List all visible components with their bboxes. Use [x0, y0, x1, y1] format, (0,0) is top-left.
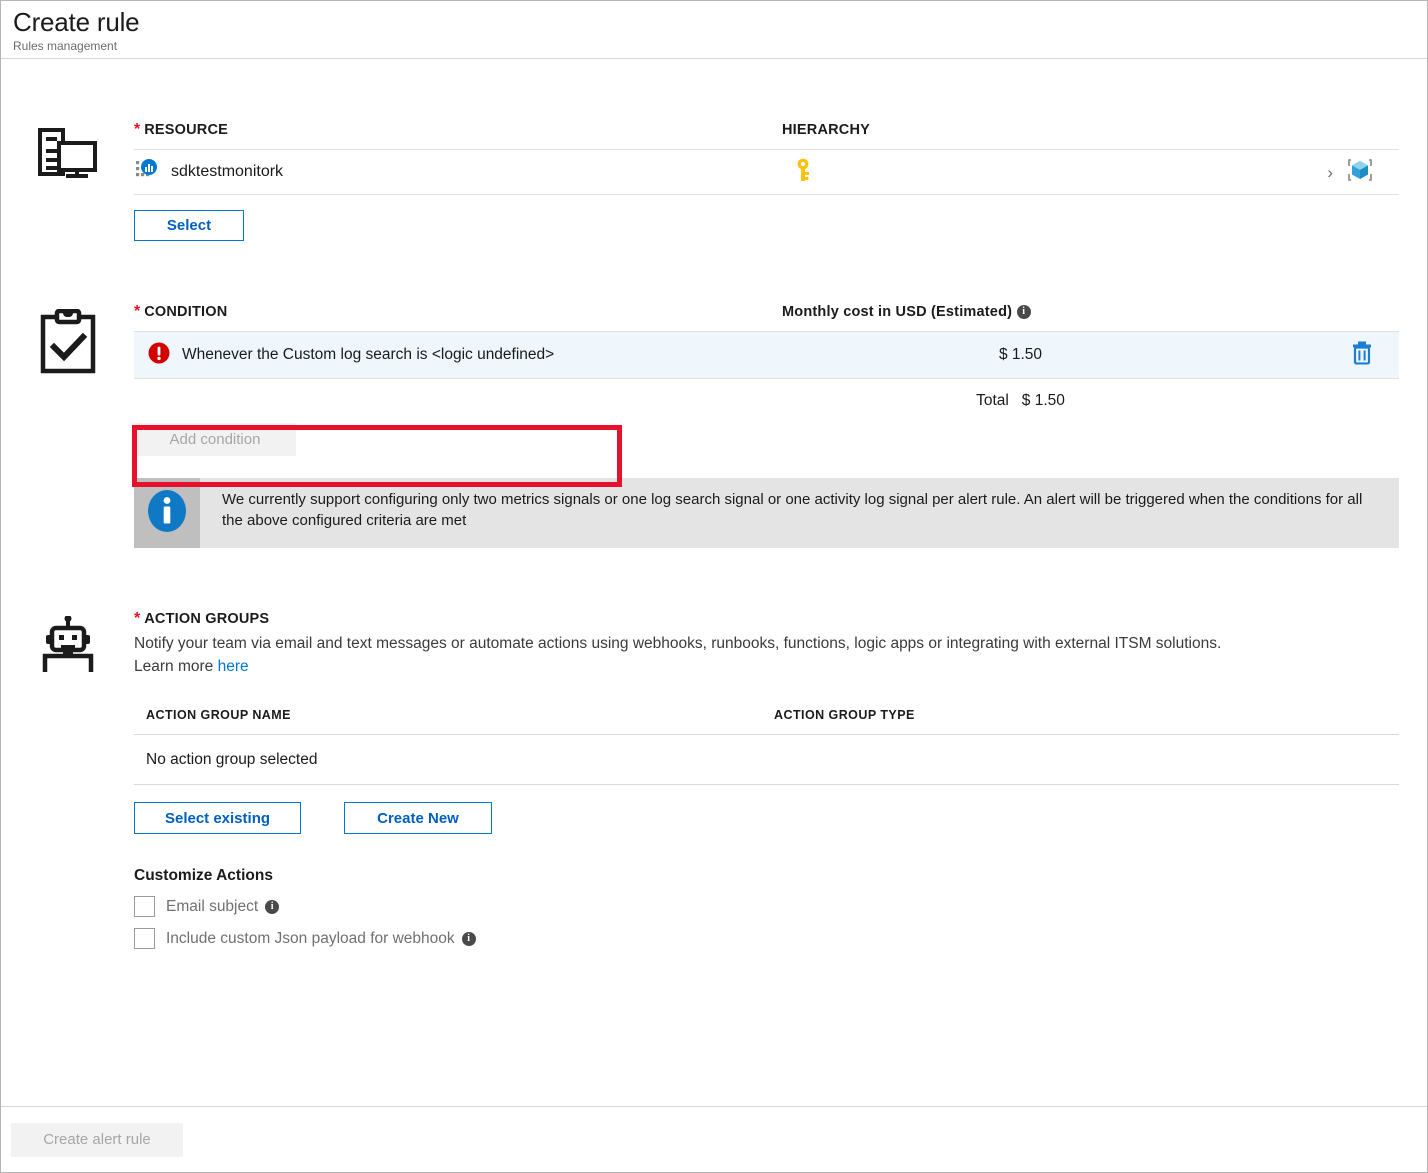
learn-more-text: Learn more — [134, 658, 214, 675]
cost-header-label: Monthly cost in USD (Estimated) — [782, 304, 1013, 320]
condition-total-row: Total $ 1.50 — [134, 379, 1399, 423]
key-icon — [794, 158, 812, 187]
resource-header-cell: * RESOURCE — [134, 121, 782, 139]
json-payload-label: Include custom Json payload for webhook … — [166, 930, 476, 948]
app-insights-icon — [136, 158, 158, 186]
learn-more-link[interactable]: here — [218, 658, 249, 675]
trash-icon[interactable] — [1351, 341, 1373, 370]
action-groups-description: Notify your team via email and text mess… — [134, 635, 1222, 652]
condition-header-cell: * CONDITION — [134, 303, 782, 321]
computer-monitor-icon — [37, 127, 99, 186]
condition-row[interactable]: Whenever the Custom log search is <logic… — [134, 331, 1399, 379]
json-payload-checkbox[interactable] — [134, 928, 155, 949]
action-groups-gutter — [1, 610, 134, 679]
create-alert-rule-button[interactable]: Create alert rule — [11, 1122, 183, 1157]
column-header-name: ACTION GROUP NAME — [146, 708, 291, 722]
action-groups-buttons: Select existing Create New — [134, 802, 1399, 834]
email-subject-text: Email subject — [166, 897, 259, 915]
resource-group-cube-icon — [1347, 157, 1373, 188]
total-label: Total — [976, 392, 1009, 409]
resource-headers: * RESOURCE HIERARCHY — [134, 121, 1399, 149]
info-icon[interactable]: i — [461, 931, 476, 946]
info-banner-text: We currently support configuring only tw… — [222, 491, 1363, 529]
info-banner: We currently support configuring only tw… — [134, 478, 1399, 548]
customize-actions-title: Customize Actions — [134, 867, 273, 884]
action-groups-header: * ACTION GROUPS — [134, 610, 1399, 628]
action-groups-section: * ACTION GROUPS Notify your team via emai… — [1, 610, 1427, 949]
info-icon[interactable]: i — [265, 899, 280, 914]
spacer-action-groups — [1, 548, 1427, 610]
spacer-condition — [1, 241, 1427, 303]
create-new-button[interactable]: Create New — [344, 802, 492, 834]
resource-label: RESOURCE — [144, 122, 229, 138]
resource-gutter — [1, 121, 134, 186]
spacer-top — [1, 59, 1427, 121]
chevron-right-icon: › — [1327, 162, 1333, 182]
cost-header-cell: Monthly cost in USD (Estimated) i — [782, 303, 1031, 321]
action-groups-table-header: ACTION GROUP NAME ACTION GROUP TYPE — [134, 678, 1399, 735]
hierarchy-label: HIERARCHY — [782, 122, 870, 138]
create-rule-blade: Create rule Rules management * RESOURCE … — [0, 0, 1428, 1173]
condition-headers: * CONDITION Monthly cost in USD (Estimate… — [134, 303, 1399, 331]
select-existing-button[interactable]: Select existing — [134, 802, 301, 834]
condition-text-cell[interactable]: Whenever the Custom log search is <logic… — [134, 342, 782, 369]
action-group-type-col: ACTION GROUP TYPE — [774, 706, 915, 724]
condition-gutter — [1, 303, 134, 380]
required-asterisk: * — [134, 610, 141, 627]
total-value: $ 1.50 — [1021, 392, 1065, 409]
json-payload-text: Include custom Json payload for webhook — [166, 929, 455, 947]
action-groups-body: * ACTION GROUPS Notify your team via emai… — [134, 610, 1427, 949]
resource-body: * RESOURCE HIERARCHY sdktestmonitork › S… — [134, 121, 1427, 241]
action-groups-label: ACTION GROUPS — [144, 611, 270, 627]
json-payload-row[interactable]: Include custom Json payload for webhook … — [134, 928, 1399, 949]
hierarchy-cell: › — [782, 157, 1399, 188]
condition-cost: $ 1.50 — [998, 346, 1043, 363]
blade-footer: Create alert rule — [1, 1106, 1427, 1172]
blade-content: * RESOURCE HIERARCHY sdktestmonitork › S… — [1, 59, 1427, 1106]
action-groups-empty-row: No action group selected — [134, 735, 1399, 785]
resource-section: * RESOURCE HIERARCHY sdktestmonitork › S… — [1, 121, 1427, 241]
required-asterisk: * — [134, 303, 141, 320]
info-circle-icon — [144, 488, 190, 539]
hierarchy-header-cell: HIERARCHY — [782, 121, 870, 139]
action-group-name-col: ACTION GROUP NAME — [146, 706, 774, 724]
condition-text: Whenever the Custom log search is <logic… — [182, 346, 555, 363]
email-subject-checkbox[interactable] — [134, 896, 155, 917]
error-exclamation-icon — [148, 342, 170, 369]
clipboard-check-icon — [39, 308, 97, 380]
add-condition-button[interactable]: Add condition — [134, 423, 296, 456]
select-resource-button[interactable]: Select — [134, 210, 244, 241]
page-subtitle: Rules management — [13, 39, 118, 53]
resource-name: sdktestmonitork — [171, 163, 284, 180]
resource-name-cell: sdktestmonitork — [134, 158, 782, 186]
email-subject-row[interactable]: Email subject i — [134, 896, 1399, 917]
required-asterisk: * — [134, 121, 141, 138]
condition-section: * CONDITION Monthly cost in USD (Estimate… — [1, 303, 1427, 548]
email-subject-label: Email subject i — [166, 897, 280, 916]
resource-row[interactable]: sdktestmonitork › — [134, 149, 1399, 195]
condition-total: Total $ 1.50 — [782, 392, 1399, 410]
condition-label: CONDITION — [144, 304, 228, 320]
action-groups-description-block: Notify your team via email and text mess… — [134, 632, 1399, 678]
info-banner-icon-area — [134, 478, 200, 548]
condition-body: * CONDITION Monthly cost in USD (Estimate… — [134, 303, 1427, 548]
info-icon[interactable]: i — [1016, 304, 1031, 319]
column-header-type: ACTION GROUP TYPE — [774, 708, 915, 722]
page-title: Create rule — [13, 7, 140, 37]
blade-header: Create rule Rules management — [1, 1, 1427, 59]
robot-icon — [37, 615, 99, 679]
